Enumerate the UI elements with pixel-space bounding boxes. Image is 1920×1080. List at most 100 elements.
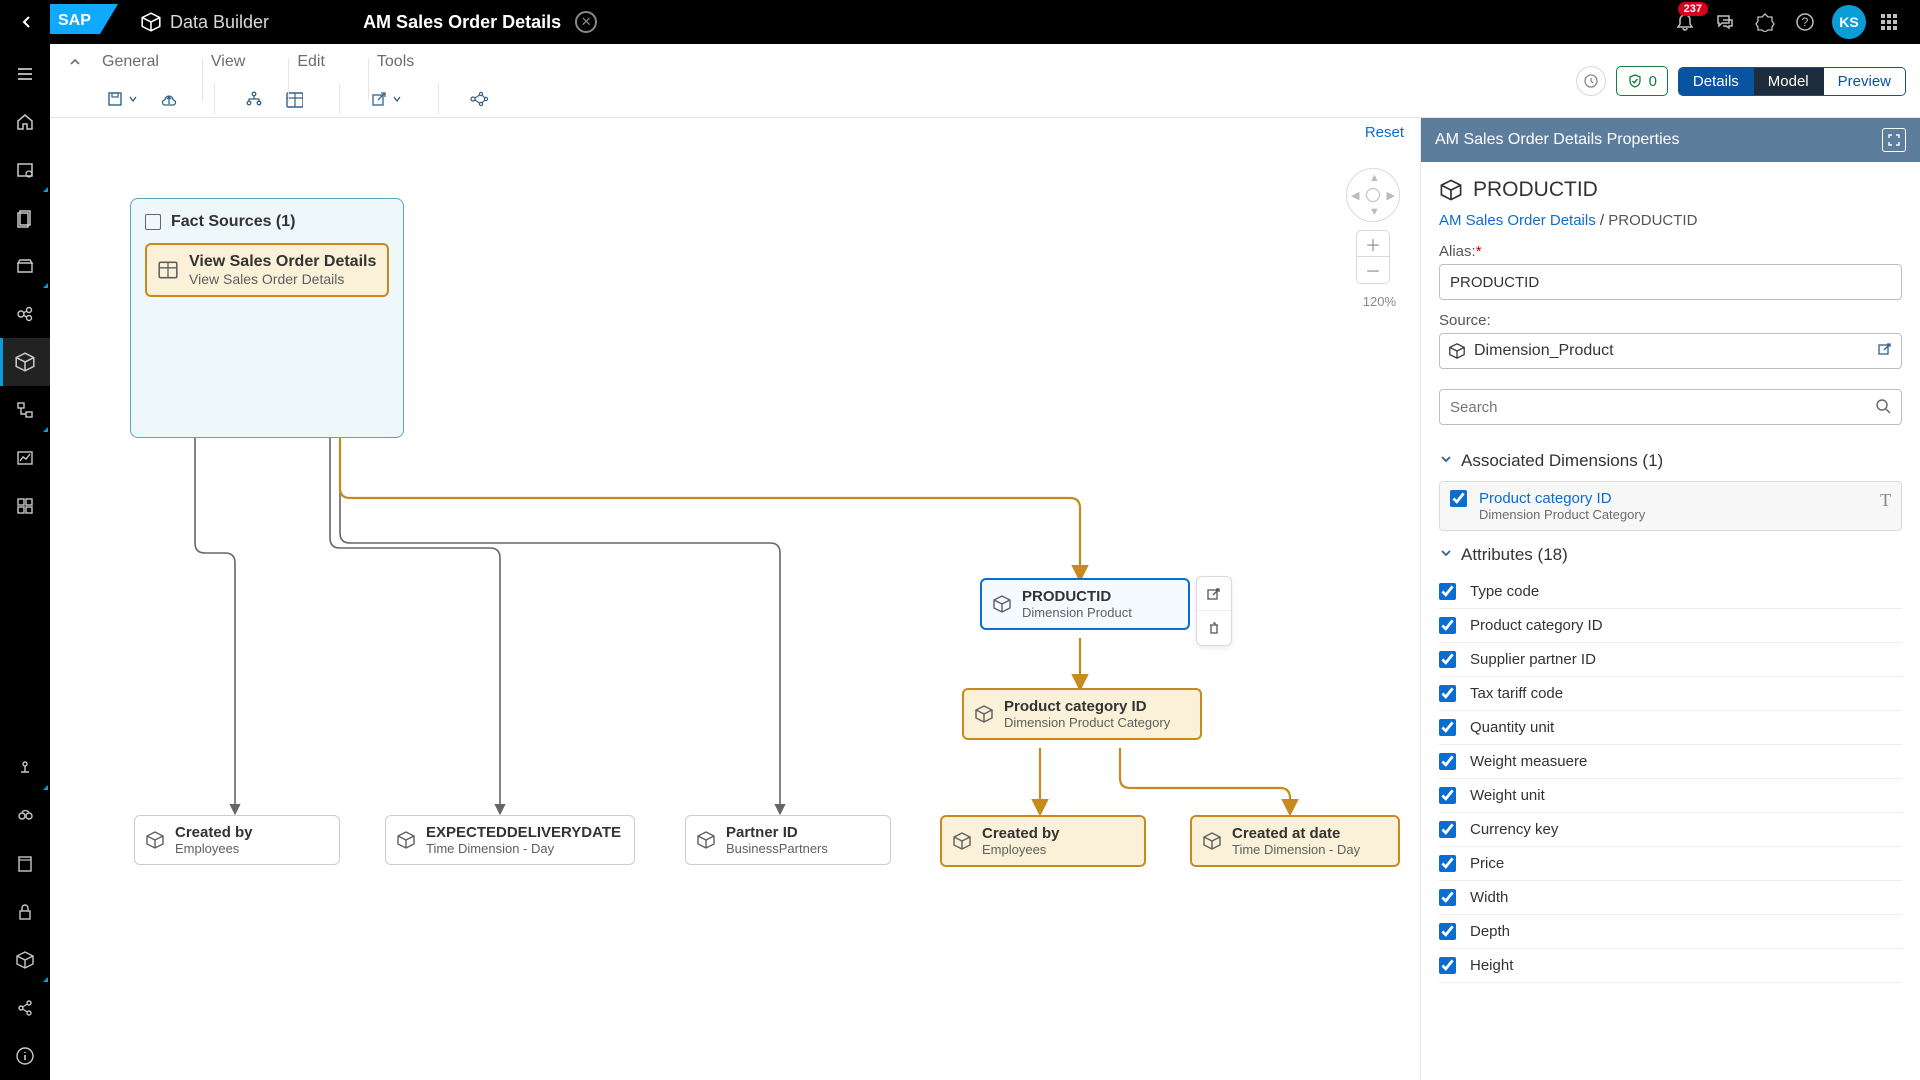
attribute-item[interactable]: Width	[1439, 881, 1902, 915]
attr-label: Weight unit	[1470, 787, 1545, 804]
zoom-control: ＋ －	[1356, 230, 1390, 284]
attr-checkbox[interactable]	[1439, 651, 1456, 668]
nav-catalog[interactable]	[0, 194, 50, 242]
diagram-canvas[interactable]: Reset ▲ ▼ ◀ ▶ ＋ － 120% Fact Sources (1)	[50, 118, 1420, 1080]
validation-chip[interactable]: 0	[1616, 66, 1668, 96]
attr-checkbox[interactable]	[1439, 889, 1456, 906]
attr-checkbox[interactable]	[1439, 957, 1456, 974]
attribute-item[interactable]: Height	[1439, 949, 1902, 983]
cube-icon	[1448, 342, 1466, 360]
node-partner-id[interactable]: Partner IDBusinessPartners	[685, 815, 891, 865]
back-button[interactable]	[14, 9, 40, 35]
history-button[interactable]	[1576, 66, 1606, 96]
deploy-button[interactable]	[152, 85, 186, 113]
fact-source-node[interactable]: View Sales Order Details View Sales Orde…	[145, 243, 389, 297]
search-input[interactable]	[1439, 389, 1902, 425]
attribute-item[interactable]: Depth	[1439, 915, 1902, 949]
attribute-item[interactable]: Weight unit	[1439, 779, 1902, 813]
attr-checkbox[interactable]	[1439, 719, 1456, 736]
help-button[interactable]: ?	[1788, 5, 1822, 39]
nav-search[interactable]	[0, 792, 50, 840]
nav-about[interactable]	[0, 1032, 50, 1080]
reset-button[interactable]: Reset	[1365, 124, 1404, 141]
seg-preview[interactable]: Preview	[1824, 68, 1905, 95]
nav-package[interactable]	[0, 936, 50, 984]
attr-label: Quantity unit	[1470, 719, 1554, 736]
attribute-item[interactable]: Type code	[1439, 575, 1902, 609]
breadcrumb-title: AM Sales Order Details	[363, 12, 561, 33]
export-button[interactable]	[362, 85, 410, 113]
attribute-item[interactable]: Price	[1439, 847, 1902, 881]
nav-home[interactable]	[0, 98, 50, 146]
attribute-item[interactable]: Supplier partner ID	[1439, 643, 1902, 677]
cube-icon	[145, 830, 165, 850]
nav-dashboard[interactable]	[0, 482, 50, 530]
nav-repository[interactable]	[0, 146, 50, 194]
nav-data-flow[interactable]	[0, 386, 50, 434]
nav-business-builder[interactable]	[0, 290, 50, 338]
save-button[interactable]	[98, 85, 146, 113]
pan-control[interactable]: ▲ ▼ ◀ ▶	[1346, 168, 1400, 222]
cube-icon	[974, 704, 994, 724]
fact-sources-group[interactable]: Fact Sources (1) View Sales Order Detail…	[130, 198, 404, 438]
attribute-item[interactable]: Weight measuere	[1439, 745, 1902, 779]
grid-view-button[interactable]	[277, 85, 311, 113]
attribute-item[interactable]: Tax tariff code	[1439, 677, 1902, 711]
attr-checkbox[interactable]	[1439, 923, 1456, 940]
node-open-button[interactable]	[1197, 577, 1231, 611]
nav-lock[interactable]	[0, 888, 50, 936]
node-expected-delivery[interactable]: EXPECTEDDELIVERYDATETime Dimension - Day	[385, 815, 635, 865]
zoom-in-button[interactable]: ＋	[1357, 231, 1389, 257]
attr-checkbox[interactable]	[1439, 821, 1456, 838]
attribute-item[interactable]: Currency key	[1439, 813, 1902, 847]
breadcrumb-app[interactable]: Data Builder	[170, 12, 269, 33]
attr-checkbox[interactable]	[1439, 583, 1456, 600]
nav-share[interactable]	[0, 984, 50, 1032]
sap-logo: SAP	[50, 4, 118, 40]
user-avatar[interactable]: KS	[1832, 5, 1866, 39]
node-productid[interactable]: PRODUCTIDDimension Product	[980, 578, 1190, 630]
nav-model-cfg[interactable]	[0, 744, 50, 792]
view-icon	[157, 259, 179, 281]
node-created-by-2[interactable]: Created byEmployees	[940, 815, 1146, 867]
shield-check-icon	[1627, 73, 1643, 89]
seg-model[interactable]: Model	[1754, 68, 1824, 95]
impact-button[interactable]	[461, 85, 497, 113]
nav-analytic[interactable]	[0, 434, 50, 482]
assoc-section-header[interactable]: Associated Dimensions (1)	[1439, 451, 1902, 471]
nav-data-builder[interactable]	[0, 338, 50, 386]
attributes-section: Attributes (18) Type codeProduct categor…	[1421, 535, 1920, 987]
attribute-item[interactable]: Quantity unit	[1439, 711, 1902, 745]
toolbar-group-edit: Edit	[289, 53, 369, 71]
attr-checkbox[interactable]	[1439, 753, 1456, 770]
attr-section-header[interactable]: Attributes (18)	[1439, 545, 1902, 565]
open-source-button[interactable]	[1877, 341, 1893, 362]
attr-checkbox[interactable]	[1439, 617, 1456, 634]
attr-checkbox[interactable]	[1439, 685, 1456, 702]
hierarchy-view-button[interactable]	[237, 85, 271, 113]
expand-panel-button[interactable]	[1882, 128, 1906, 152]
nav-menu-button[interactable]	[0, 50, 50, 98]
notifications-button[interactable]: 237	[1668, 5, 1702, 39]
app-switcher-button[interactable]	[1872, 5, 1906, 39]
node-delete-button[interactable]	[1197, 611, 1231, 645]
nav-book[interactable]	[0, 840, 50, 888]
shell-bar: SAP Data Builder AM Sales Order Details …	[0, 0, 1920, 44]
crumb-root[interactable]: AM Sales Order Details	[1439, 212, 1596, 229]
zoom-out-button[interactable]: －	[1357, 257, 1389, 283]
assoc-dimension-item[interactable]: Product category ID Dimension Product Ca…	[1439, 481, 1902, 531]
collapse-toolbar-button[interactable]	[64, 51, 86, 73]
node-product-category[interactable]: Product category IDDimension Product Cat…	[962, 688, 1202, 740]
attribute-item[interactable]: Product category ID	[1439, 609, 1902, 643]
node-created-by-1[interactable]: Created byEmployees	[134, 815, 340, 865]
nav-marketplace[interactable]	[0, 242, 50, 290]
alias-input[interactable]	[1439, 264, 1902, 300]
attr-checkbox[interactable]	[1439, 787, 1456, 804]
attr-checkbox[interactable]	[1439, 855, 1456, 872]
node-created-at[interactable]: Created at dateTime Dimension - Day	[1190, 815, 1400, 867]
info-button[interactable]	[1748, 5, 1782, 39]
seg-details[interactable]: Details	[1679, 68, 1754, 95]
assoc-checkbox[interactable]	[1450, 490, 1467, 507]
close-tab-button[interactable]: ✕	[575, 11, 597, 33]
discussions-button[interactable]	[1708, 5, 1742, 39]
